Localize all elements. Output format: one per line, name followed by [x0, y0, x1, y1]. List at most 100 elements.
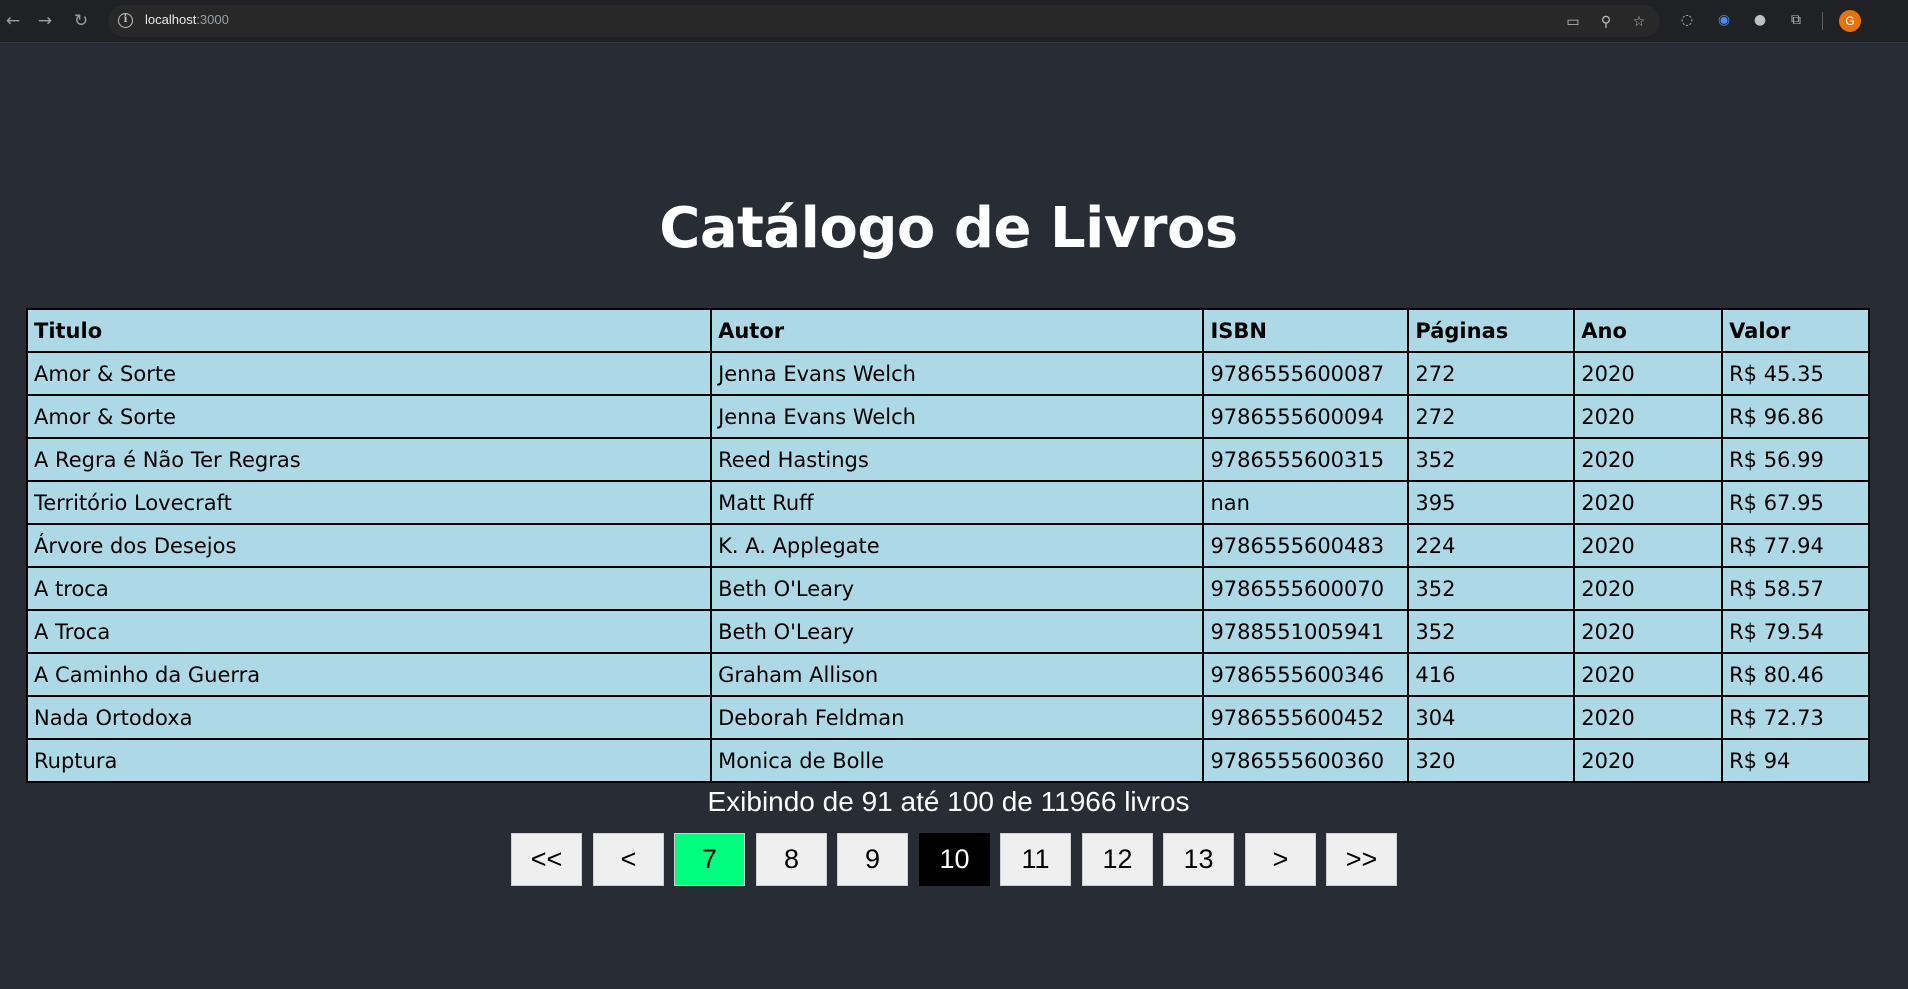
- cell-titulo: Nada Ortodoxa: [25, 695, 713, 740]
- cell-paginas: 352: [1407, 437, 1576, 482]
- cell-ano: 2020: [1573, 609, 1724, 654]
- table-row: A Caminho da Guerra Graham Allison 97865…: [25, 652, 1870, 697]
- back-icon[interactable]: ←: [0, 8, 26, 34]
- first-page-button[interactable]: <<: [511, 833, 582, 886]
- table-row: A Regra é Não Ter Regras Reed Hastings 9…: [25, 437, 1870, 482]
- cell-paginas: 224: [1407, 523, 1576, 568]
- cell-valor: R$ 96.86: [1721, 394, 1870, 439]
- table-row: A troca Beth O'Leary 9786555600070 352 2…: [25, 566, 1870, 611]
- cell-ano: 2020: [1573, 394, 1724, 439]
- table-row: Árvore dos Desejos K. A. Applegate 97865…: [25, 523, 1870, 568]
- cell-autor: Jenna Evans Welch: [710, 351, 1205, 396]
- cell-isbn: 9786555600346: [1202, 652, 1410, 697]
- page-button-11[interactable]: 11: [1000, 833, 1071, 886]
- table-row: Território Lovecraft Matt Ruff nan 395 2…: [25, 480, 1870, 525]
- results-summary: Exibindo de 91 até 100 de 11966 livros: [707, 786, 1190, 817]
- cell-titulo: Ruptura: [25, 738, 713, 783]
- table-row: Amor & Sorte Jenna Evans Welch 978655560…: [25, 394, 1870, 439]
- cell-isbn: 9786555600070: [1202, 566, 1410, 611]
- extension-icon[interactable]: ◌: [1677, 10, 1697, 30]
- cell-ano: 2020: [1573, 652, 1724, 697]
- cell-valor: R$ 67.95: [1721, 480, 1870, 525]
- cell-autor: Graham Allison: [710, 652, 1205, 697]
- toolbar-separator: [1822, 12, 1823, 30]
- cell-paginas: 320: [1407, 738, 1576, 783]
- column-header-ano: Ano: [1573, 308, 1724, 353]
- next-page-button[interactable]: >: [1245, 833, 1316, 886]
- table-row: Ruptura Monica de Bolle 9786555600360 32…: [25, 738, 1870, 783]
- cell-paginas: 272: [1407, 394, 1576, 439]
- cell-isbn: 9786555600483: [1202, 523, 1410, 568]
- cell-valor: R$ 72.73: [1721, 695, 1870, 740]
- cell-titulo: A troca: [25, 566, 713, 611]
- extensions-puzzle-icon[interactable]: ⧉: [1786, 10, 1806, 30]
- extension-circle-icon[interactable]: ●: [1750, 10, 1770, 30]
- cell-autor: Beth O'Leary: [710, 566, 1205, 611]
- zoom-icon[interactable]: ⚲: [1596, 12, 1616, 32]
- cell-autor: Matt Ruff: [710, 480, 1205, 525]
- column-header-titulo: Titulo: [25, 308, 713, 353]
- cell-paginas: 352: [1407, 566, 1576, 611]
- cast-icon[interactable]: ▭: [1563, 12, 1583, 32]
- table-header-row: Titulo Autor ISBN Páginas Ano Valor: [25, 308, 1870, 353]
- cell-ano: 2020: [1573, 738, 1724, 783]
- column-header-paginas: Páginas: [1407, 308, 1576, 353]
- cell-paginas: 416: [1407, 652, 1576, 697]
- cell-autor: Jenna Evans Welch: [710, 394, 1205, 439]
- table-row: Nada Ortodoxa Deborah Feldman 9786555600…: [25, 695, 1870, 740]
- cell-valor: R$ 56.99: [1721, 437, 1870, 482]
- cell-titulo: Território Lovecraft: [25, 480, 713, 525]
- cell-titulo: A Caminho da Guerra: [25, 652, 713, 697]
- cell-ano: 2020: [1573, 480, 1724, 525]
- bookmark-star-icon[interactable]: ☆: [1629, 12, 1649, 32]
- cell-paginas: 352: [1407, 609, 1576, 654]
- cell-paginas: 272: [1407, 351, 1576, 396]
- cell-autor: Deborah Feldman: [710, 695, 1205, 740]
- browser-toolbar: ← → ↻ i localhost:3000 ▭ ⚲ ☆ ◌ ◉ ● ⧉ G: [0, 0, 1908, 43]
- table-row: A Troca Beth O'Leary 9788551005941 352 2…: [25, 609, 1870, 654]
- extension-blue-icon[interactable]: ◉: [1714, 10, 1734, 30]
- reload-icon[interactable]: ↻: [68, 8, 94, 34]
- cell-autor: Monica de Bolle: [710, 738, 1205, 783]
- page-button-13[interactable]: 13: [1163, 833, 1234, 886]
- forward-icon[interactable]: →: [32, 8, 58, 34]
- cell-isbn: 9786555600087: [1202, 351, 1410, 396]
- site-info-icon[interactable]: i: [118, 13, 133, 28]
- cell-autor: Reed Hastings: [710, 437, 1205, 482]
- address-bar[interactable]: i localhost:3000 ▭ ⚲ ☆: [108, 5, 1660, 37]
- cell-isbn: 9788551005941: [1202, 609, 1410, 654]
- cell-ano: 2020: [1573, 695, 1724, 740]
- cell-autor: K. A. Applegate: [710, 523, 1205, 568]
- cell-autor: Beth O'Leary: [710, 609, 1205, 654]
- page-button-9[interactable]: 9: [837, 833, 908, 886]
- cell-isbn: 9786555600315: [1202, 437, 1410, 482]
- page-button-10[interactable]: 10: [919, 833, 990, 886]
- url-text[interactable]: localhost:3000: [145, 12, 229, 27]
- url-host: localhost: [145, 12, 197, 27]
- column-header-isbn: ISBN: [1202, 308, 1410, 353]
- cell-isbn: 9786555600094: [1202, 394, 1410, 439]
- cell-titulo: Árvore dos Desejos: [25, 523, 713, 568]
- cell-valor: R$ 58.57: [1721, 566, 1870, 611]
- cell-titulo: Amor & Sorte: [25, 351, 713, 396]
- column-header-autor: Autor: [710, 308, 1205, 353]
- table-row: Amor & Sorte Jenna Evans Welch 978655560…: [25, 351, 1870, 396]
- cell-titulo: Amor & Sorte: [25, 394, 713, 439]
- url-port: :3000: [196, 12, 229, 27]
- page-button-12[interactable]: 12: [1082, 833, 1153, 886]
- last-page-button[interactable]: >>: [1326, 833, 1397, 886]
- cell-ano: 2020: [1573, 437, 1724, 482]
- cell-paginas: 304: [1407, 695, 1576, 740]
- cell-isbn: 9786555600452: [1202, 695, 1410, 740]
- profile-avatar[interactable]: G: [1839, 10, 1861, 32]
- cell-valor: R$ 80.46: [1721, 652, 1870, 697]
- page-button-8[interactable]: 8: [756, 833, 827, 886]
- cell-valor: R$ 79.54: [1721, 609, 1870, 654]
- page-button-7[interactable]: 7: [674, 833, 745, 886]
- cell-ano: 2020: [1573, 566, 1724, 611]
- prev-page-button[interactable]: <: [593, 833, 664, 886]
- cell-valor: R$ 45.35: [1721, 351, 1870, 396]
- cell-titulo: A Regra é Não Ter Regras: [25, 437, 713, 482]
- cell-paginas: 395: [1407, 480, 1576, 525]
- column-header-valor: Valor: [1721, 308, 1870, 353]
